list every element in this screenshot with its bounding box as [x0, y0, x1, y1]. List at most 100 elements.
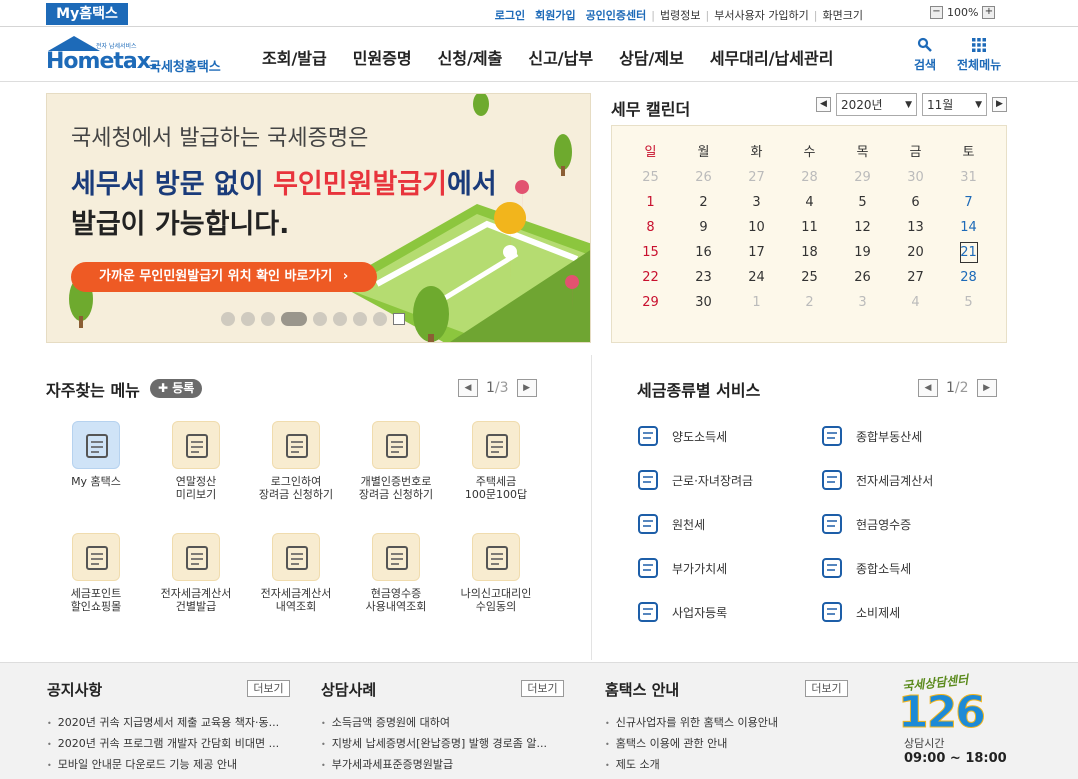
notice-title[interactable]: 공지사항 — [47, 679, 102, 700]
login-link[interactable]: 로그인 — [490, 7, 530, 23]
calendar-day[interactable]: 21 — [942, 240, 995, 265]
calendar-day[interactable]: 7 — [942, 190, 995, 215]
calendar-day[interactable]: 3 — [730, 190, 783, 215]
calendar-day[interactable]: 30 — [889, 165, 942, 190]
year-select[interactable]: 2020년 ▼ — [836, 93, 917, 116]
calendar-day[interactable]: 26 — [836, 265, 889, 290]
tax-service-item[interactable]: 사업자등록 — [636, 600, 727, 624]
calendar-day[interactable]: 29 — [836, 165, 889, 190]
calendar-day[interactable]: 16 — [677, 240, 730, 265]
nav-inquiry[interactable]: 조회/발급 — [262, 45, 353, 69]
calendar-day[interactable]: 11 — [783, 215, 836, 240]
slide-dot[interactable] — [353, 312, 367, 326]
register-button[interactable]: ✚ 등록 — [150, 379, 203, 398]
calendar-day[interactable]: 2 — [783, 290, 836, 315]
prev-month-button[interactable]: ◀ — [816, 97, 831, 112]
freq-menu-item[interactable]: 로그인하여 장려금 신청하기 — [246, 421, 346, 501]
tax-service-item[interactable]: 종합소득세 — [820, 556, 911, 580]
calendar-day[interactable]: 10 — [730, 215, 783, 240]
zoom-out-button[interactable]: − — [930, 6, 943, 19]
slide-dot[interactable] — [221, 312, 235, 326]
slide-dot[interactable] — [241, 312, 255, 326]
calendar-day[interactable]: 25 — [783, 265, 836, 290]
prev-page-button[interactable]: ◀ — [458, 379, 478, 397]
tax-service-item[interactable]: 현금영수증 — [820, 512, 911, 536]
month-select[interactable]: 11월 ▼ — [922, 93, 987, 116]
freq-menu-item[interactable]: My 홈택스 — [46, 421, 146, 488]
signup-link[interactable]: 회원가입 — [530, 7, 580, 23]
calendar-day[interactable]: 17 — [730, 240, 783, 265]
hometax-logo[interactable]: 전자 납세서비스 Hometax. 국세청홈택스 — [46, 33, 231, 78]
calendar-day[interactable]: 28 — [942, 265, 995, 290]
calendar-day[interactable]: 1 — [730, 290, 783, 315]
nav-consult[interactable]: 상담/제보 — [619, 45, 710, 69]
tax-service-item[interactable]: 부가가치세 — [636, 556, 727, 580]
next-month-button[interactable]: ▶ — [992, 97, 1007, 112]
calendar-day[interactable]: 24 — [730, 265, 783, 290]
search-button[interactable]: 검색 — [914, 37, 936, 73]
calendar-day[interactable]: 8 — [624, 215, 677, 240]
dept-user-signup-link[interactable]: 부서사용자 가입하기 — [709, 7, 814, 23]
slide-dot[interactable] — [313, 312, 327, 326]
calendar-day[interactable]: 14 — [942, 215, 995, 240]
law-info-link[interactable]: 법령정보 — [655, 7, 705, 23]
list-item[interactable]: 신규사업자를 위한 홈택스 이용안내 — [605, 713, 778, 734]
cert-center-link[interactable]: 공인인증센터 — [581, 7, 652, 23]
calendar-day[interactable]: 31 — [942, 165, 995, 190]
list-item[interactable]: 부가세과세표준증명원발급 — [321, 755, 547, 776]
tax-service-item[interactable]: 근로·자녀장려금 — [636, 468, 753, 492]
calendar-day[interactable]: 27 — [889, 265, 942, 290]
freq-menu-item[interactable]: 개별인증번호로 장려금 신청하기 — [346, 421, 446, 501]
nav-apply[interactable]: 신청/제출 — [438, 45, 529, 69]
list-item[interactable]: 2020년 귀속 프로그램 개발자 간담회 비대면 ... — [47, 734, 279, 755]
slide-dot[interactable] — [261, 312, 275, 326]
tax-service-item[interactable]: 종합부동산세 — [820, 424, 922, 448]
next-page-button[interactable]: ▶ — [516, 379, 537, 397]
freq-menu-item[interactable]: 연말정산 미리보기 — [146, 421, 246, 501]
promo-banner[interactable]: 국세청에서 발급하는 국세증명은 세무서 방문 없이 무인민원발급기에서 발급이… — [46, 93, 591, 343]
calendar-day[interactable]: 9 — [677, 215, 730, 240]
list-item[interactable]: 소득금액 증명원에 대하여 — [321, 713, 547, 734]
prev-page-button[interactable]: ◀ — [918, 379, 938, 397]
calendar-day[interactable]: 4 — [783, 190, 836, 215]
tax-service-item[interactable]: 소비제세 — [820, 600, 900, 624]
tax-service-item[interactable]: 원천세 — [636, 512, 705, 536]
consult-title[interactable]: 상담사례 — [321, 679, 376, 700]
calendar-day[interactable]: 28 — [783, 165, 836, 190]
calendar-day[interactable]: 12 — [836, 215, 889, 240]
freq-menu-item[interactable]: 나의신고대리인 수임동의 — [446, 533, 546, 613]
next-page-button[interactable]: ▶ — [976, 379, 997, 397]
calendar-day[interactable]: 22 — [624, 265, 677, 290]
list-item[interactable]: 2020년 귀속 지급명세서 제출 교육용 책자·동... — [47, 713, 279, 734]
calendar-day[interactable]: 5 — [836, 190, 889, 215]
freq-menu-item[interactable]: 전자세금계산서 내역조회 — [246, 533, 346, 613]
tax-service-item[interactable]: 전자세금계산서 — [820, 468, 933, 492]
calendar-day[interactable]: 19 — [836, 240, 889, 265]
calendar-day[interactable]: 13 — [889, 215, 942, 240]
all-menu-button[interactable]: 전체메뉴 — [957, 37, 1001, 73]
freq-menu-item[interactable]: 현금영수증 사용내역조회 — [346, 533, 446, 613]
kiosk-location-button[interactable]: 가까운 무인민원발급기 위치 확인 바로가기 › — [71, 262, 377, 292]
calendar-day[interactable]: 1 — [624, 190, 677, 215]
calendar-day[interactable]: 2 — [677, 190, 730, 215]
calendar-day[interactable]: 15 — [624, 240, 677, 265]
my-hometax-tab[interactable]: My홈택스 — [46, 3, 128, 25]
list-item[interactable]: 제도 소개 — [605, 755, 778, 776]
freq-menu-item[interactable]: 주택세금 100문100답 — [446, 421, 546, 501]
slide-dot-active[interactable] — [281, 312, 307, 326]
freq-menu-item[interactable]: 전자세금계산서 건별발급 — [146, 533, 246, 613]
calendar-day[interactable]: 29 — [624, 290, 677, 315]
pause-icon[interactable] — [393, 313, 405, 325]
calendar-day[interactable]: 4 — [889, 290, 942, 315]
notice-more-button[interactable]: 더보기 — [247, 680, 290, 697]
guide-title[interactable]: 홈택스 안내 — [605, 679, 679, 700]
nav-agent[interactable]: 세무대리/납세관리 — [710, 45, 860, 69]
nav-certificates[interactable]: 민원증명 — [353, 45, 438, 69]
calendar-day[interactable]: 23 — [677, 265, 730, 290]
calendar-day[interactable]: 18 — [783, 240, 836, 265]
zoom-in-button[interactable]: + — [982, 6, 996, 19]
slide-dot[interactable] — [373, 312, 387, 326]
nav-report-pay[interactable]: 신고/납부 — [528, 45, 619, 69]
freq-menu-item[interactable]: 세금포인트 할인쇼핑몰 — [46, 533, 146, 613]
list-item[interactable]: 모바일 안내문 다운로드 기능 제공 안내 — [47, 755, 279, 776]
